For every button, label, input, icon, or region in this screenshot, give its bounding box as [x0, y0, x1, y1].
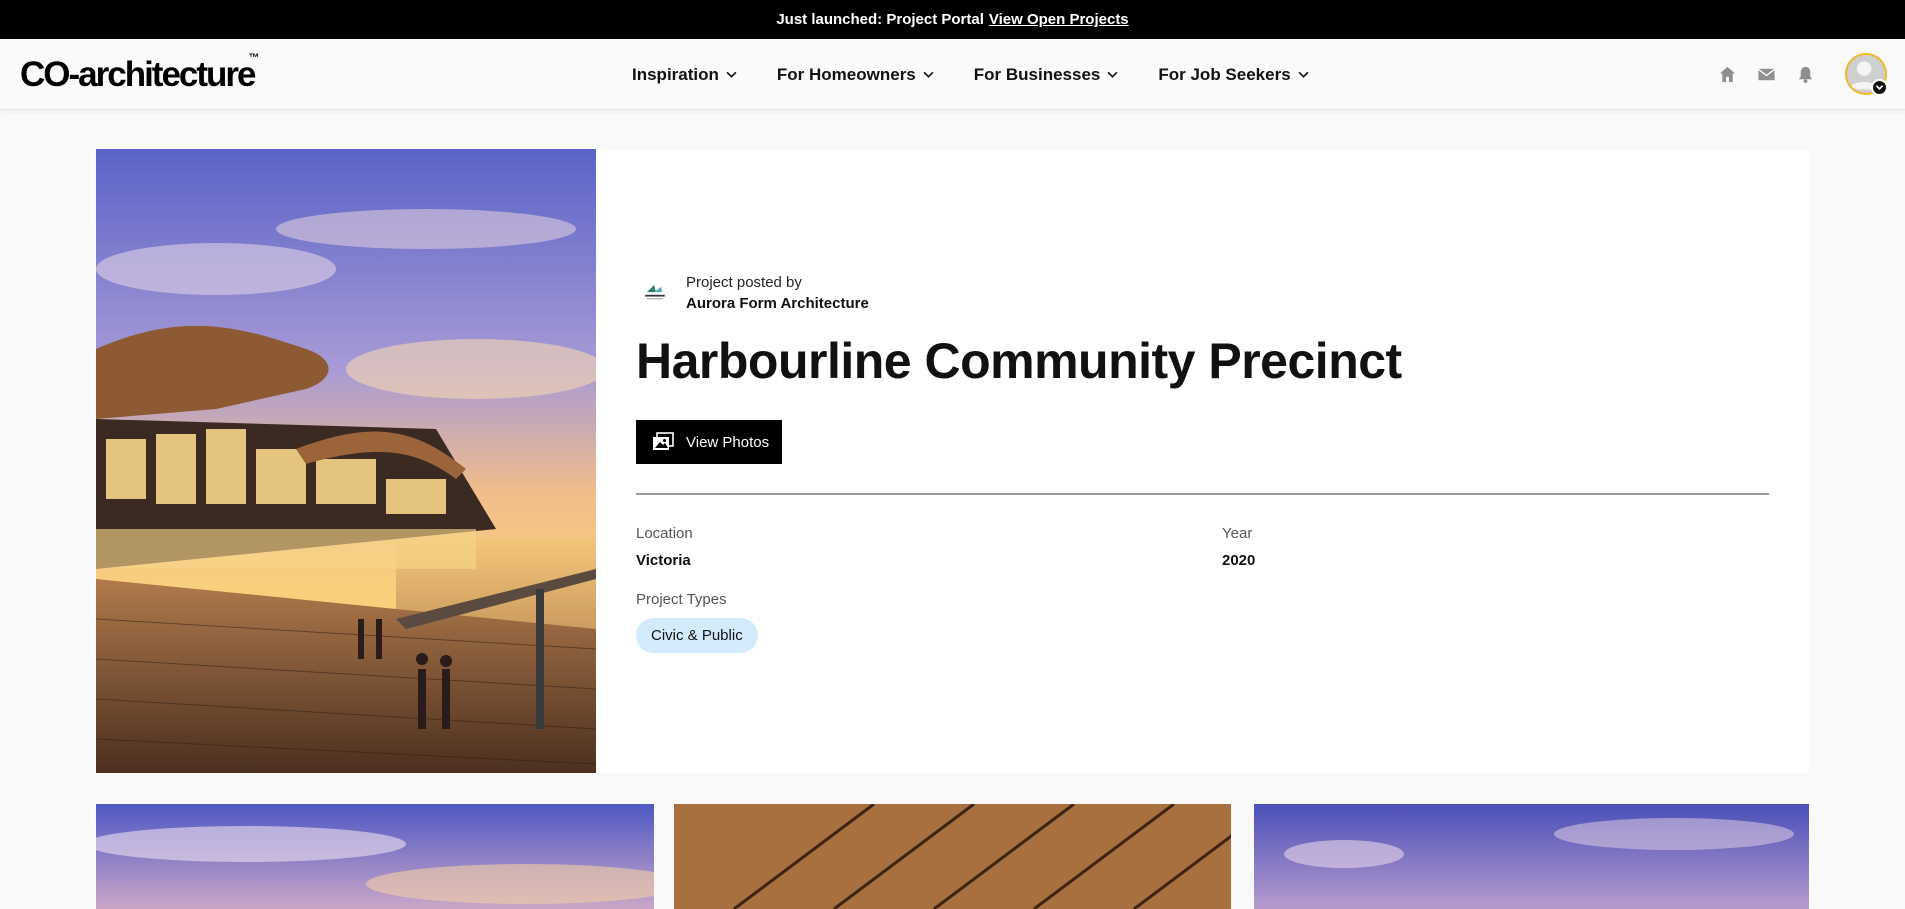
chevron-down-icon — [1875, 85, 1884, 90]
gallery-thumbnail-1[interactable] — [96, 804, 654, 909]
announcement-text: Just launched: Project Portal — [776, 11, 984, 28]
menu-label: For Job Seekers — [1158, 64, 1291, 84]
photos-icon — [653, 432, 674, 450]
menu-label: Inspiration — [632, 64, 719, 84]
location-label: Location — [636, 525, 693, 542]
view-photos-button[interactable]: View Photos — [636, 420, 782, 464]
home-icon[interactable] — [1718, 65, 1737, 84]
site-logo[interactable]: CO-architecture™ — [20, 52, 260, 95]
company-logo-mark — [645, 284, 665, 300]
project-title: Harbourline Community Precinct — [636, 333, 1402, 389]
menu-label: For Businesses — [973, 64, 1101, 84]
chevron-down-icon — [923, 71, 934, 78]
project-cover-image — [96, 149, 596, 773]
announcement-bar: Just launched: Project Portal View Open … — [0, 0, 1905, 39]
posted-by-company[interactable]: Aurora Form Architecture — [686, 293, 869, 314]
location-value: Victoria — [636, 552, 691, 569]
year-value: 2020 — [1222, 552, 1256, 569]
top-navigation: CO-architecture™ Inspiration For Homeown… — [0, 39, 1905, 110]
gallery-thumbnail-3[interactable] — [1254, 804, 1809, 909]
menu-inspiration[interactable]: Inspiration — [632, 65, 737, 85]
gallery-image — [96, 804, 654, 909]
chevron-down-icon — [1107, 71, 1118, 78]
year-label: Year — [1222, 525, 1253, 542]
gallery-image — [1254, 804, 1809, 909]
mail-icon[interactable] — [1757, 65, 1776, 84]
menu-for-businesses[interactable]: For Businesses — [974, 65, 1119, 85]
view-open-projects-link[interactable]: View Open Projects — [989, 11, 1129, 28]
project-types-label: Project Types — [636, 591, 727, 608]
view-photos-label: View Photos — [686, 433, 770, 451]
project-poster: Project posted by Aurora Form Architectu… — [636, 272, 869, 314]
poster-text: Project posted by Aurora Form Architectu… — [686, 272, 869, 314]
nav-icon-group — [1718, 39, 1815, 110]
menu-for-job-seekers[interactable]: For Job Seekers — [1158, 64, 1309, 85]
project-hero: Project posted by Aurora Form Architectu… — [96, 149, 1809, 773]
logo-text: CO-architecture — [20, 55, 257, 94]
menu-label: For Homeowners — [776, 64, 916, 84]
chevron-down-icon — [1298, 71, 1309, 78]
menu-for-homeowners[interactable]: For Homeowners — [777, 65, 934, 85]
bell-icon[interactable] — [1796, 65, 1815, 84]
account-menu-toggle[interactable] — [1871, 79, 1888, 96]
project-type-tag[interactable]: Civic & Public — [636, 618, 758, 653]
main-menu: Inspiration For Homeowners For Businesse… — [632, 39, 1309, 110]
logo-trademark: ™ — [248, 52, 260, 65]
gallery-image — [674, 804, 1231, 909]
gallery-thumbnail-2[interactable] — [674, 804, 1231, 909]
chevron-down-icon — [726, 71, 737, 78]
posted-by-label: Project posted by — [686, 274, 802, 291]
company-logo[interactable] — [636, 274, 674, 312]
details-divider — [636, 493, 1769, 495]
